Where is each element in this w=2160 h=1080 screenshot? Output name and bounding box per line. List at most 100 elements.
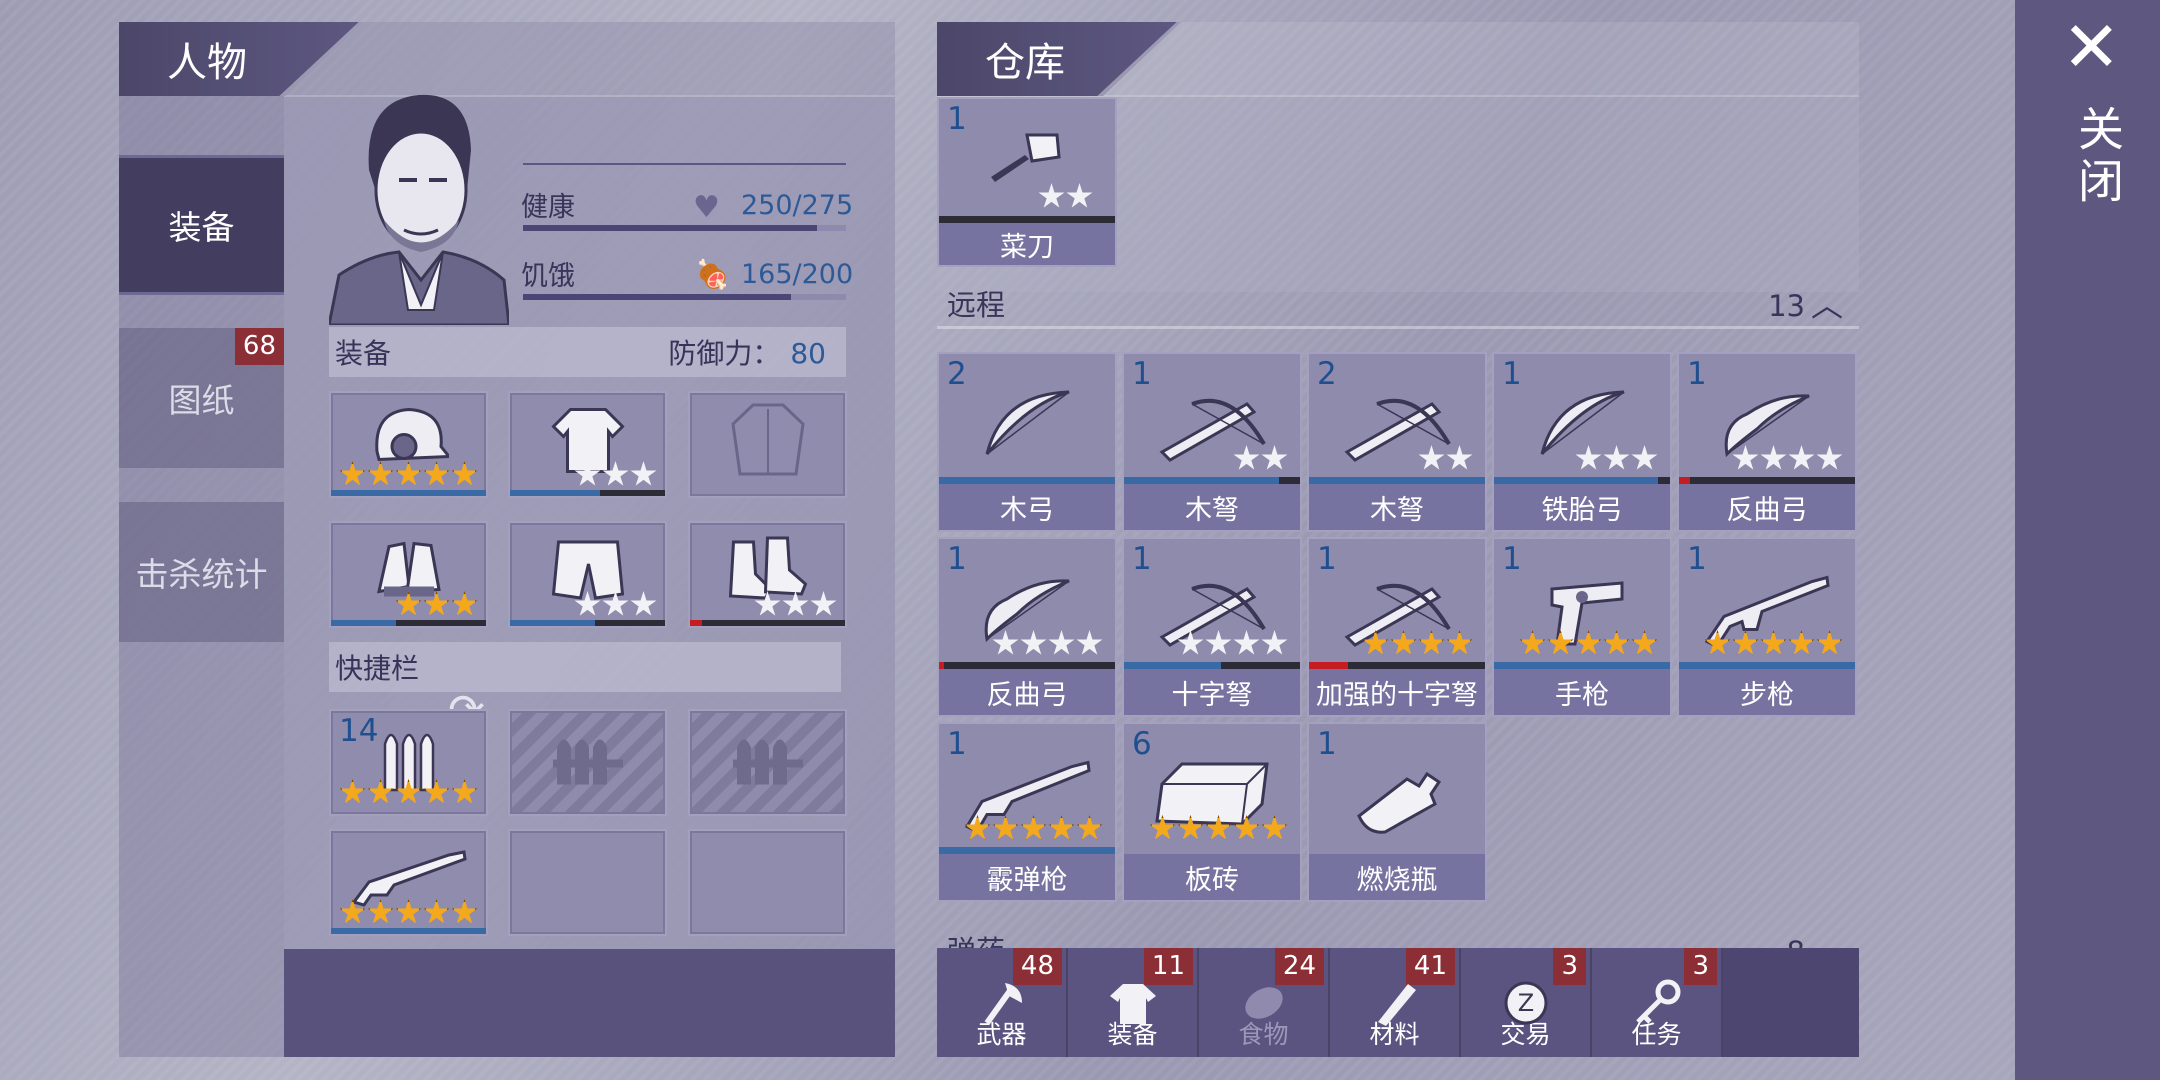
- item-cell[interactable]: 1 手枪: [1492, 537, 1672, 717]
- equip-slot-pants[interactable]: [508, 521, 667, 628]
- bullets-placeholder-icon: [552, 730, 623, 785]
- item-count: 1: [1132, 541, 1152, 577]
- key-icon: [1632, 978, 1682, 1034]
- quickbar-label: 快捷栏: [335, 652, 420, 685]
- health-label: 健康: [521, 192, 575, 223]
- durability-bar: [939, 662, 1115, 669]
- tab-equipment[interactable]: 装备: [119, 155, 284, 295]
- close-panel[interactable]: ✕ 关闭: [2015, 0, 2160, 1080]
- durability-bar: [1309, 477, 1485, 484]
- durability-bar: [510, 620, 665, 626]
- tab-equipment-label: 装备: [168, 208, 235, 247]
- chevron-up-icon: ︿: [1810, 285, 1843, 324]
- item-cell[interactable]: 1 步枪: [1677, 537, 1857, 717]
- item-cell[interactable]: 1 反曲弓: [937, 537, 1117, 717]
- health-bar: [523, 225, 846, 231]
- item-count: 1: [1317, 541, 1337, 577]
- durability-bar: [510, 490, 665, 496]
- character-footer: [284, 949, 895, 1057]
- durability-bar: [939, 216, 1115, 223]
- molotov-icon: [1347, 754, 1447, 835]
- quickbar-slot-5[interactable]: [508, 829, 667, 936]
- quickbar-slot-6[interactable]: [688, 829, 847, 936]
- warehouse-panel: 1 菜刀 远程 13 ︿ 2 木弓 1 木弩 2 木弩 1 铁胎弓 1 反曲弓 1 反曲弓 1 十字弩 1 加强…: [937, 22, 1859, 1057]
- quickbar-slot-2[interactable]: [508, 709, 667, 816]
- item-stars: [1575, 445, 1658, 472]
- item-count: 1: [1502, 356, 1522, 392]
- item-stars: [964, 815, 1103, 842]
- quickbar-slot-4[interactable]: [329, 829, 488, 936]
- quickbar-header: 快捷栏: [329, 642, 841, 692]
- category-tab[interactable]: 3 任务: [1592, 948, 1723, 1057]
- item-name: 十字弩: [1124, 669, 1300, 715]
- item-cell[interactable]: 1 木弩: [1122, 352, 1302, 532]
- item-cell[interactable]: 2 木弓: [937, 352, 1117, 532]
- item-cell[interactable]: 1 十字弩: [1122, 537, 1302, 717]
- item-cell[interactable]: 1 燃烧瓶: [1307, 722, 1487, 902]
- item-name: 步枪: [1679, 669, 1855, 715]
- category-tab[interactable]: 11 装备: [1068, 948, 1199, 1057]
- category-tab[interactable]: 24 食物: [1199, 948, 1330, 1057]
- item-name: 反曲弓: [939, 669, 1115, 715]
- durability-bar: [1494, 662, 1670, 669]
- item-count: 1: [947, 101, 967, 137]
- item-stars: [1233, 445, 1288, 472]
- equip-slot-top[interactable]: [508, 391, 667, 498]
- equip-slot-outer[interactable]: [688, 391, 847, 498]
- item-name: 板砖: [1124, 854, 1300, 900]
- item-stars: [339, 779, 478, 806]
- item-stars: [1732, 445, 1843, 472]
- meat-icon: [1239, 978, 1289, 1034]
- item-cell[interactable]: 2 木弩: [1307, 352, 1487, 532]
- ranged-category-header[interactable]: 远程 13 ︿: [937, 279, 1859, 329]
- character-portrait: [327, 80, 511, 327]
- coat-silhouette-icon: [728, 399, 808, 479]
- tab-kill-stats[interactable]: 击杀统计: [119, 502, 284, 642]
- category-badge: 3: [1684, 948, 1717, 985]
- category-tab[interactable]: 3 Z 交易: [1461, 948, 1592, 1057]
- stats-divider: [523, 163, 846, 165]
- item-stars: [574, 461, 657, 488]
- log-icon: [1370, 978, 1420, 1034]
- item-stars: [395, 591, 478, 618]
- item-name: 加强的十字弩: [1309, 669, 1485, 715]
- quickbar-slot-1[interactable]: 14: [329, 709, 488, 816]
- item-stars: [1038, 183, 1093, 210]
- item-stars: [574, 591, 657, 618]
- hunger-label: 饥饿: [521, 261, 575, 292]
- defense-value: 80: [790, 337, 826, 370]
- equip-slot-helmet[interactable]: [329, 391, 488, 498]
- durability-bar: [1309, 662, 1485, 669]
- quickbar-slot-3[interactable]: [688, 709, 847, 816]
- item-cell[interactable]: 1 反曲弓: [1677, 352, 1857, 532]
- item-stars: [992, 630, 1103, 657]
- equip-slot-boots[interactable]: [688, 521, 847, 628]
- health-value: 250/275: [741, 190, 854, 221]
- bow-icon: [977, 384, 1077, 464]
- cleaver-icon: [987, 127, 1067, 187]
- axe-icon: [977, 978, 1027, 1034]
- equip-slot-gloves[interactable]: [329, 521, 488, 628]
- category-tab[interactable]: 48 武器: [937, 948, 1068, 1057]
- coin-icon: Z: [1501, 978, 1551, 1034]
- close-label[interactable]: 关闭: [2065, 105, 2131, 209]
- item-cell[interactable]: 6 板砖: [1122, 722, 1302, 902]
- item-count: 1: [1132, 356, 1152, 392]
- tab-blueprints[interactable]: 图纸 68: [119, 328, 284, 468]
- item-cell[interactable]: 1 加强的十字弩: [1307, 537, 1487, 717]
- category-tab[interactable]: 41 材料: [1330, 948, 1461, 1057]
- ranged-item-grid: 2 木弓 1 木弩 2 木弩 1 铁胎弓 1 反曲弓 1 反曲弓 1 十字弩 1 加强的十字弩 1 手枪 1 步枪 1 霰…: [937, 352, 1859, 952]
- item-count: 6: [1132, 726, 1152, 762]
- item-cell[interactable]: 1 霰弹枪: [937, 722, 1117, 902]
- equipment-label: 装备: [335, 337, 392, 370]
- close-x-icon[interactable]: ✕: [2062, 12, 2121, 82]
- bullets-placeholder-icon: [732, 730, 803, 785]
- item-cleaver[interactable]: 1 菜刀: [937, 97, 1117, 267]
- shirt-icon: [1108, 978, 1158, 1034]
- durability-bar: [1124, 662, 1300, 669]
- item-stars: [339, 899, 478, 926]
- item-stars: [1177, 630, 1288, 657]
- item-name: 霰弹枪: [939, 854, 1115, 900]
- item-cell[interactable]: 1 铁胎弓: [1492, 352, 1672, 532]
- character-title-text: 人物: [167, 40, 247, 86]
